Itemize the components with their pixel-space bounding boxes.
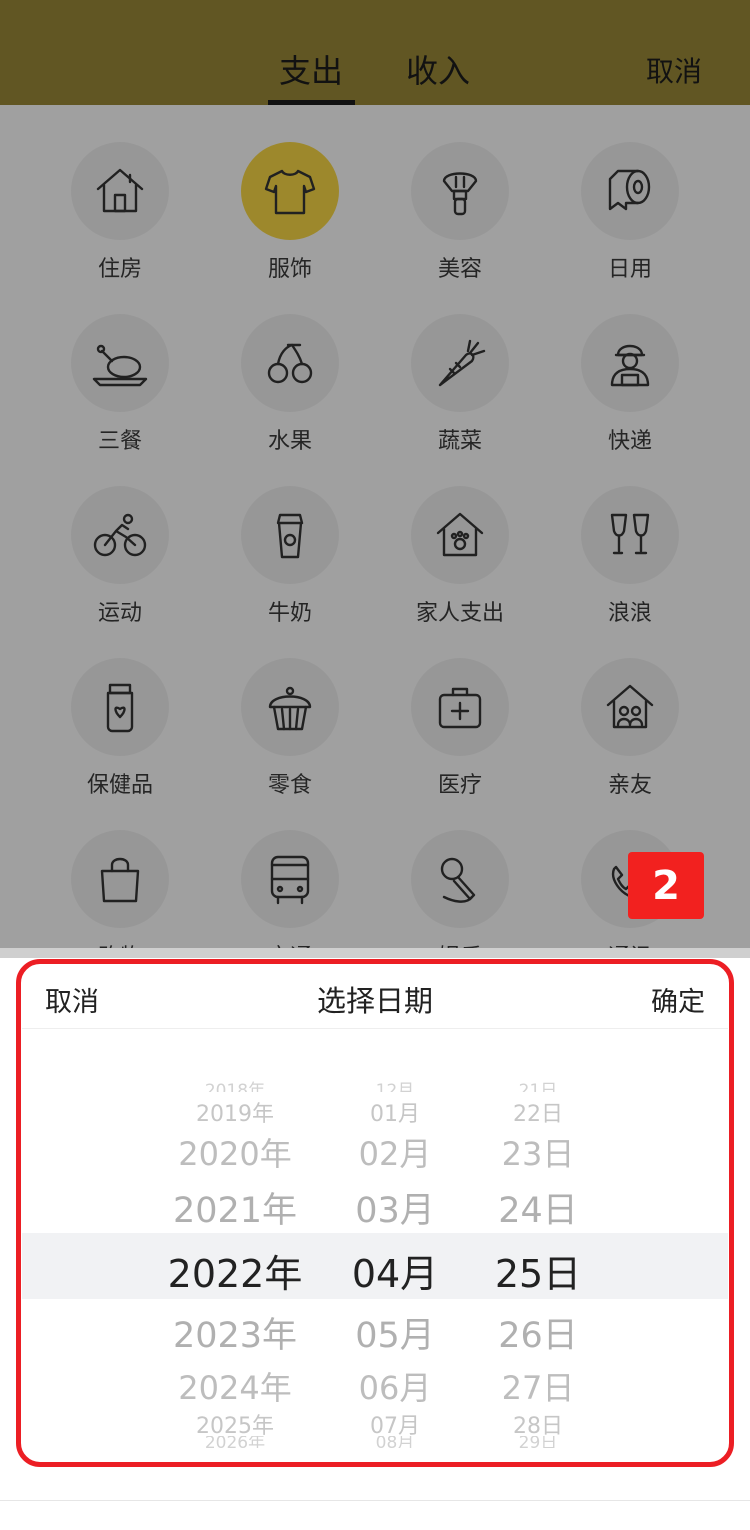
sheet-separator — [0, 948, 750, 958]
modal-dim-overlay[interactable] — [0, 0, 750, 948]
highlight-frame — [16, 959, 734, 1467]
step-number-badge: 2 — [628, 852, 704, 919]
bottom-divider — [0, 1500, 750, 1501]
